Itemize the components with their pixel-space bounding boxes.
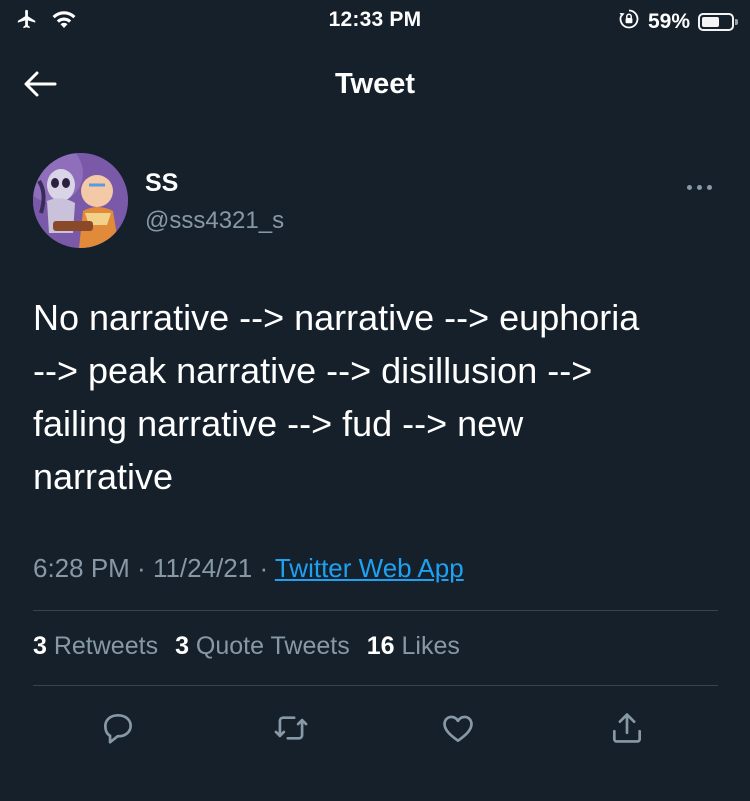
meta-separator: · <box>129 553 153 583</box>
like-icon <box>439 709 477 752</box>
quote-tweets-stat[interactable]: 3 Quote Tweets <box>175 632 350 661</box>
more-icon-dot <box>706 184 712 190</box>
likes-count: 16 <box>366 632 395 660</box>
page-title: Tweet <box>334 68 416 100</box>
orientation-lock-icon <box>618 8 640 36</box>
tweet-time: 6:28 PM <box>33 553 130 583</box>
battery-fill <box>702 17 719 27</box>
retweets-stat[interactable]: 3 Retweets <box>33 632 158 661</box>
avatar[interactable] <box>33 153 128 248</box>
more-icon-dot <box>696 184 702 190</box>
share-button[interactable] <box>601 704 653 756</box>
share-icon <box>608 709 646 752</box>
divider <box>33 610 718 611</box>
meta-separator: · <box>252 553 275 583</box>
retweet-button[interactable] <box>265 704 317 756</box>
tweet-meta: 6:28 PM · 11/24/21 · Twitter Web App <box>33 553 464 584</box>
likes-stat[interactable]: 16 Likes <box>367 632 460 661</box>
nav-bar: Tweet <box>0 56 750 116</box>
tweet-date: 11/24/21 <box>152 553 253 583</box>
more-icon-dot <box>686 184 692 190</box>
divider <box>33 685 718 686</box>
status-right: 59% <box>618 8 738 36</box>
more-options-button[interactable] <box>679 175 719 199</box>
reply-button[interactable] <box>92 704 144 756</box>
battery-cap <box>735 19 738 25</box>
battery-icon <box>698 13 738 31</box>
like-button[interactable] <box>432 704 484 756</box>
display-name[interactable]: SS <box>145 169 178 198</box>
username[interactable]: @sss4321_s <box>145 207 284 235</box>
retweet-icon <box>272 709 310 752</box>
quote-tweets-count: 3 <box>175 632 189 660</box>
status-bar: 12:33 PM 59% <box>0 0 750 40</box>
reply-icon <box>99 709 137 752</box>
tweet-source-link[interactable]: Twitter Web App <box>275 553 464 583</box>
tweet-text: No narrative --> narrative --> euphoria … <box>33 297 640 497</box>
tweet-stats: 3 Retweets 3 Quote Tweets 16 Likes <box>33 632 460 661</box>
action-bar <box>0 704 750 756</box>
retweets-count: 3 <box>33 632 47 660</box>
quote-tweets-label: Quote Tweets <box>188 632 350 660</box>
retweets-label: Retweets <box>46 632 159 660</box>
avatar-illustration <box>33 153 128 248</box>
battery-percent: 59% <box>647 10 690 33</box>
tweet-header: SS @sss4321_s <box>33 153 723 249</box>
likes-label: Likes <box>394 632 460 660</box>
